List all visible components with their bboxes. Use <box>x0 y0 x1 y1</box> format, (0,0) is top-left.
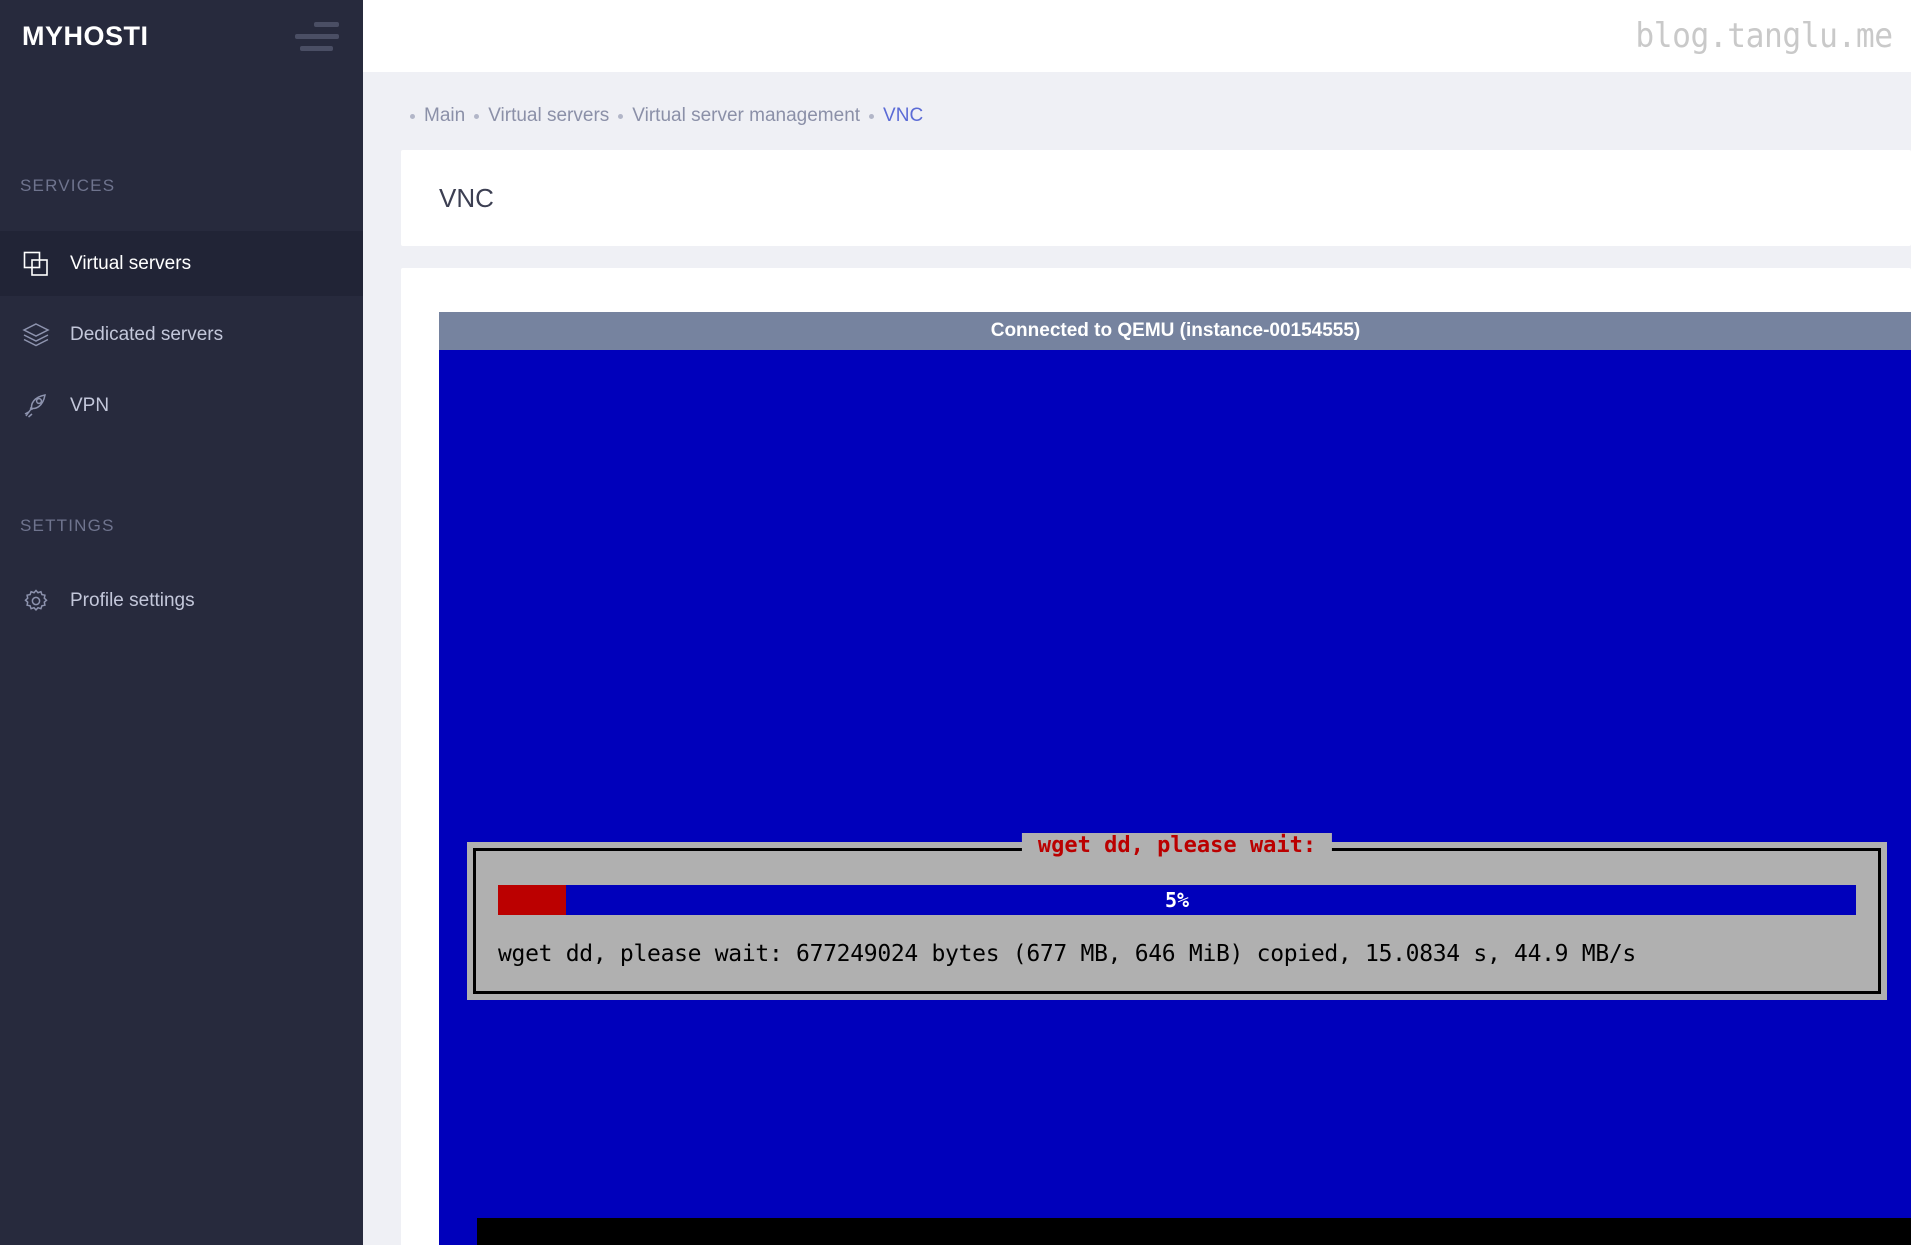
dialog-legend: wget dd, please wait: <box>1021 833 1333 858</box>
console-output-strip <box>477 1218 1911 1245</box>
hamburger-icon[interactable] <box>295 21 339 51</box>
topbar: blog.tanglu.me <box>363 0 1911 72</box>
breadcrumb-item-virtual-server-management[interactable]: Virtual server management <box>632 105 860 127</box>
breadcrumb-separator-icon <box>410 113 415 119</box>
sidebar-item-vpn[interactable]: VPN <box>0 373 363 438</box>
hamburger-line-3 <box>300 45 333 51</box>
sidebar-item-label: Profile settings <box>70 589 195 611</box>
sidebar-section-services-label: SERVICES <box>20 176 116 195</box>
breadcrumb-separator-icon <box>618 113 624 119</box>
breadcrumb-item-vnc[interactable]: VNC <box>883 105 923 127</box>
page-header-card: VNC <box>401 150 1911 246</box>
main-content: blog.tanglu.me Main Virtual servers Virt… <box>363 0 1911 1245</box>
dialog-status-text: wget dd, please wait: 677249024 bytes (6… <box>498 941 1636 967</box>
wget-progress-dialog: wget dd, please wait: 5% wget dd, please… <box>467 833 1887 1000</box>
layers-icon <box>20 319 52 351</box>
rocket-icon <box>20 390 52 422</box>
sidebar-item-profile-settings[interactable]: Profile settings <box>0 568 363 633</box>
breadcrumb-separator-icon <box>474 113 480 119</box>
sidebar-item-label: Virtual servers <box>70 252 192 274</box>
hamburger-line-1 <box>314 21 339 27</box>
copy-windows-icon <box>20 248 52 280</box>
progress-bar-label: 5% <box>1164 888 1190 912</box>
sidebar-item-dedicated-servers[interactable]: Dedicated servers <box>0 302 363 367</box>
sidebar-item-label: VPN <box>70 394 110 416</box>
sidebar-item-virtual-servers[interactable]: Virtual servers <box>0 231 363 296</box>
breadcrumb-separator-icon <box>869 113 875 119</box>
site-watermark: blog.tanglu.me <box>1635 16 1894 56</box>
sidebar-section-settings-label: SETTINGS <box>20 516 115 535</box>
app-root: MYHOSTI SERVICES Virtual servers Dedicat… <box>0 0 1911 1245</box>
sidebar-header: MYHOSTI <box>0 0 363 72</box>
vnc-viewport[interactable]: Connected to QEMU (instance-00154555) wg… <box>439 312 1911 1245</box>
breadcrumb-item-virtual-servers[interactable]: Virtual servers <box>488 105 609 127</box>
vnc-screen[interactable]: wget dd, please wait: 5% wget dd, please… <box>439 352 1911 1245</box>
progress-bar: 5% <box>498 885 1856 915</box>
dialog-frame: wget dd, please wait: 5% wget dd, please… <box>473 833 1881 994</box>
sidebar-item-label: Dedicated servers <box>70 323 224 345</box>
breadcrumb: Main Virtual servers Virtual server mana… <box>363 72 1911 127</box>
vnc-card: Connected to QEMU (instance-00154555) wg… <box>401 268 1911 1245</box>
brand-logo[interactable]: MYHOSTI <box>22 21 149 52</box>
hamburger-line-2 <box>295 33 339 39</box>
gear-icon <box>20 585 52 617</box>
vnc-connection-status: Connected to QEMU (instance-00154555) <box>439 312 1911 352</box>
breadcrumb-item-main[interactable]: Main <box>424 105 465 127</box>
page-title: VNC <box>439 182 494 213</box>
sidebar: MYHOSTI SERVICES Virtual servers Dedicat… <box>0 0 363 1245</box>
